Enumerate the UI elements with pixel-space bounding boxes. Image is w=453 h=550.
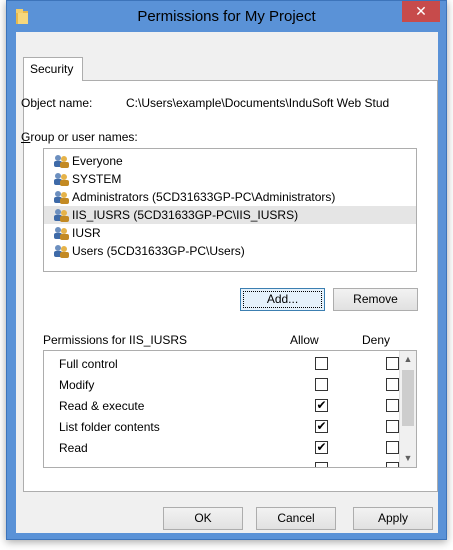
users-icon bbox=[54, 227, 69, 240]
remove-button[interactable]: Remove bbox=[333, 288, 418, 311]
list-item-label: Administrators (5CD31633GP-PC\Administra… bbox=[72, 190, 336, 204]
users-icon bbox=[54, 155, 69, 168]
permission-name: Modify bbox=[59, 378, 95, 392]
close-button[interactable]: ✕ bbox=[402, 1, 440, 22]
users-icon bbox=[54, 173, 69, 186]
cancel-button[interactable]: Cancel bbox=[256, 507, 336, 530]
deny-checkbox[interactable] bbox=[386, 441, 399, 454]
add-button[interactable]: Add... bbox=[240, 288, 325, 311]
list-item-iusr[interactable]: IUSR bbox=[44, 224, 416, 242]
permission-name: Read bbox=[59, 441, 88, 455]
remove-button-label: Remove bbox=[353, 292, 398, 306]
title-bar[interactable]: Permissions for My Project ✕ bbox=[7, 1, 446, 33]
scroll-thumb[interactable] bbox=[402, 370, 414, 426]
allow-checkbox[interactable] bbox=[315, 357, 328, 370]
allow-checkbox[interactable] bbox=[315, 378, 328, 391]
allow-checkbox[interactable]: ✔ bbox=[315, 441, 328, 454]
chevron-up-icon[interactable]: ▲ bbox=[400, 351, 416, 368]
object-name-label: Object name: bbox=[21, 96, 93, 110]
group-label-rest: roup or user names: bbox=[30, 130, 138, 144]
allow-column-header: Allow bbox=[290, 333, 319, 347]
mnemonic-g: G bbox=[21, 130, 31, 144]
ok-button-label: OK bbox=[194, 511, 212, 525]
ok-button[interactable]: OK bbox=[163, 507, 243, 530]
object-name-value: C:\Users\example\Documents\InduSoft Web … bbox=[126, 96, 390, 110]
list-item-everyone[interactable]: Everyone bbox=[44, 152, 416, 170]
group-user-names-label: Group or user names: bbox=[21, 130, 138, 144]
apply-button[interactable]: Apply bbox=[353, 507, 433, 530]
list-item-label: SYSTEM bbox=[72, 172, 122, 186]
permission-row: List folder contents ✔ bbox=[44, 417, 399, 438]
deny-checkbox[interactable] bbox=[386, 357, 399, 370]
deny-checkbox[interactable] bbox=[386, 462, 399, 467]
permission-row bbox=[44, 459, 399, 467]
users-icon bbox=[54, 209, 69, 222]
list-item-system[interactable]: SYSTEM bbox=[44, 170, 416, 188]
deny-checkbox[interactable] bbox=[386, 378, 399, 391]
cancel-button-label: Cancel bbox=[277, 511, 315, 525]
apply-button-label: Apply bbox=[377, 511, 409, 525]
group-user-listbox[interactable]: Everyone SYSTEM Administrators (5CD31633… bbox=[43, 148, 417, 272]
permission-row: Read & execute ✔ bbox=[44, 396, 399, 417]
permission-row: Full control bbox=[44, 354, 399, 375]
window-title: Permissions for My Project bbox=[137, 8, 316, 25]
deny-checkbox[interactable] bbox=[386, 399, 399, 412]
list-item-label: IUSR bbox=[72, 226, 101, 240]
list-item-users[interactable]: Users (5CD31633GP-PC\Users) bbox=[44, 242, 416, 260]
allow-checkbox[interactable]: ✔ bbox=[315, 420, 328, 433]
tab-security[interactable]: Security bbox=[23, 57, 83, 81]
permission-name: Read & execute bbox=[59, 399, 145, 413]
permission-row: Modify bbox=[44, 375, 399, 396]
permission-row: Read ✔ bbox=[44, 438, 399, 459]
focus-ring bbox=[243, 291, 322, 308]
permissions-list[interactable]: Full control Modify Read & execute ✔ Lis… bbox=[43, 350, 417, 468]
list-item-label: Everyone bbox=[72, 154, 123, 168]
permissions-scrollbar[interactable]: ▲ ▼ bbox=[399, 351, 416, 467]
permission-name: Full control bbox=[59, 357, 118, 371]
users-icon bbox=[54, 191, 69, 204]
list-item-label: IIS_IUSRS (5CD31633GP-PC\IIS_IUSRS) bbox=[72, 208, 299, 222]
deny-column-header: Deny bbox=[362, 333, 391, 347]
list-item-label: Users (5CD31633GP-PC\Users) bbox=[72, 244, 245, 258]
chevron-down-icon[interactable]: ▼ bbox=[400, 450, 416, 467]
list-item-iis-iusrs[interactable]: IIS_IUSRS (5CD31633GP-PC\IIS_IUSRS) bbox=[44, 206, 416, 224]
users-icon bbox=[54, 245, 69, 258]
list-item-administrators[interactable]: Administrators (5CD31633GP-PC\Administra… bbox=[44, 188, 416, 206]
deny-checkbox[interactable] bbox=[386, 420, 399, 433]
allow-checkbox[interactable]: ✔ bbox=[315, 399, 328, 412]
permissions-for-label: Permissions for IIS_IUSRS bbox=[43, 333, 188, 347]
permission-name: List folder contents bbox=[59, 420, 160, 434]
allow-checkbox[interactable] bbox=[315, 462, 328, 467]
